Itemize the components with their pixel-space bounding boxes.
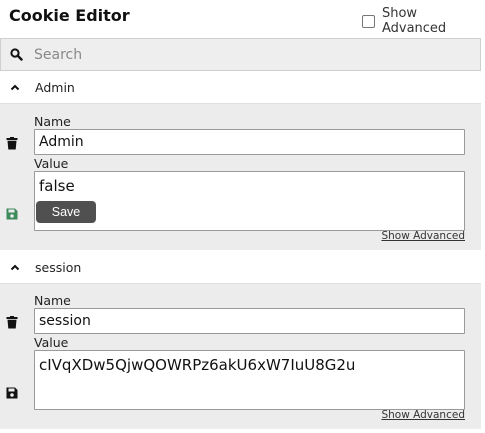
show-advanced-toggle[interactable]: Show Advanced	[362, 6, 485, 36]
save-button[interactable]: Save	[36, 201, 96, 223]
value-field[interactable]: false	[34, 171, 465, 231]
name-field[interactable]: Admin	[34, 129, 465, 155]
chevron-up-icon[interactable]	[0, 84, 30, 91]
trash-icon[interactable]	[6, 314, 18, 333]
value-label: Value	[34, 335, 69, 350]
search-bar	[0, 38, 481, 71]
cookie-header-session[interactable]: session	[0, 251, 481, 284]
trash-icon[interactable]	[6, 135, 18, 154]
name-label: Name	[34, 293, 71, 308]
show-advanced-link[interactable]: Show Advanced	[381, 409, 465, 421]
cookie-name: session	[35, 259, 82, 275]
value-label: Value	[34, 156, 69, 171]
app-title: Cookie Editor	[9, 6, 130, 25]
chevron-up-icon[interactable]	[0, 264, 30, 271]
show-advanced-label: Show Advanced	[381, 6, 447, 36]
show-advanced-link[interactable]: Show Advanced	[381, 230, 465, 242]
save-icon[interactable]	[6, 384, 18, 403]
cookie-editor-admin: Name Admin Value false Save Show Advance…	[0, 104, 481, 250]
show-advanced-checkbox[interactable]	[362, 14, 375, 28]
cookie-name: Admin	[35, 79, 75, 95]
value-field[interactable]: cIVqXDw5QjwQOWRPz6akU6xW7IuU8G2u	[34, 350, 465, 410]
app-header: Cookie Editor Show Advanced	[0, 0, 485, 38]
search-icon	[1, 48, 31, 61]
name-label: Name	[34, 114, 71, 129]
cookie-header-admin[interactable]: Admin	[0, 71, 481, 104]
cookie-editor-session: Name session Value cIVqXDw5QjwQOWRPz6akU…	[0, 284, 481, 429]
save-icon[interactable]	[6, 205, 18, 224]
name-field[interactable]: session	[34, 308, 465, 334]
search-input[interactable]	[31, 46, 461, 63]
